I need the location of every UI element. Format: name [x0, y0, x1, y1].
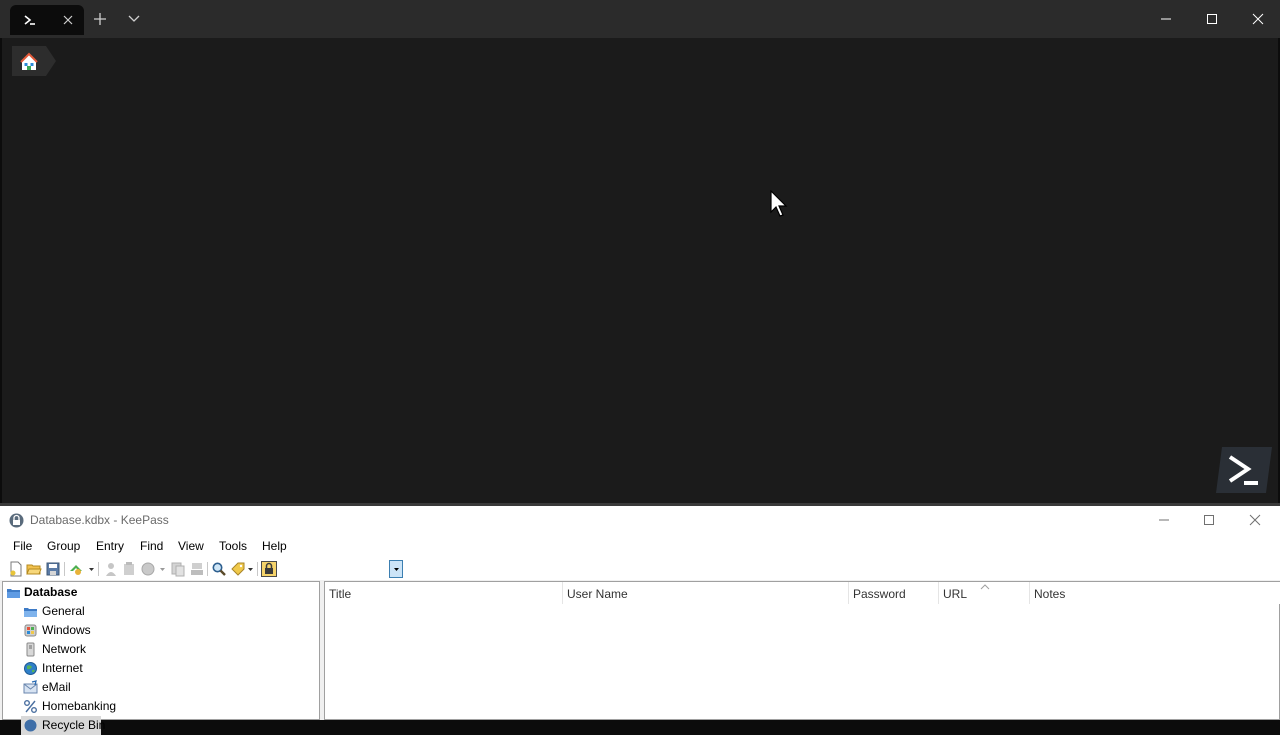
tree-item-email[interactable]: eMail	[3, 678, 303, 697]
menu-help[interactable]: Help	[262, 539, 287, 553]
toolbar-separator	[98, 562, 99, 576]
minimize-icon	[1161, 18, 1171, 20]
folder-icon	[24, 608, 37, 617]
keepass-maximize-button[interactable]	[1186, 506, 1232, 534]
menu-group[interactable]: Group	[47, 539, 80, 553]
tree-label: Recycle Bin	[42, 718, 106, 732]
network-icon	[26, 642, 35, 657]
terminal-tab[interactable]	[10, 5, 84, 35]
entry-list[interactable]: Title User Name Password URL Notes	[324, 581, 1280, 720]
terminal-close-button[interactable]	[1235, 0, 1280, 38]
open-url-dropdown-arrow[interactable]	[159, 561, 165, 577]
globe-icon	[24, 662, 37, 675]
terminal-maximize-button[interactable]	[1189, 0, 1235, 38]
new-database-icon[interactable]	[8, 561, 24, 577]
column-header-password[interactable]: Password	[849, 582, 939, 604]
tree-label: Windows	[42, 623, 91, 637]
powershell-prompt-icon	[1216, 447, 1272, 493]
tab-dropdown-button[interactable]	[123, 8, 145, 30]
tree-label: Database	[24, 585, 78, 599]
home-icon[interactable]	[12, 46, 56, 76]
plus-icon	[94, 13, 106, 25]
keepass-close-button[interactable]	[1232, 506, 1278, 534]
caret-down-icon	[247, 567, 253, 571]
find-icon[interactable]	[211, 561, 227, 577]
tree-label: General	[42, 604, 85, 618]
copy-username-icon[interactable]	[103, 561, 119, 577]
open-database-icon[interactable]	[26, 561, 42, 577]
column-header-title[interactable]: Title	[325, 582, 563, 604]
open-url-icon[interactable]	[140, 561, 156, 577]
terminal-window	[0, 0, 1280, 505]
sync-icon[interactable]	[68, 561, 84, 577]
percent-icon	[24, 700, 37, 713]
tree-item-recycle-bin[interactable]: Recycle Bin	[21, 716, 105, 735]
copy-entry-icon[interactable]	[189, 561, 205, 577]
sync-dropdown-arrow[interactable]	[88, 561, 94, 577]
keepass-menubar: File Group Entry Find View Tools Help	[0, 534, 1280, 558]
keepass-lock-icon	[9, 513, 24, 528]
close-tab-button[interactable]	[58, 10, 78, 30]
recycle-bin-icon	[24, 719, 37, 732]
quick-search-input[interactable]	[285, 560, 397, 578]
terminal-minimize-button[interactable]	[1143, 0, 1189, 38]
tree-item-internet[interactable]: Internet	[3, 659, 303, 678]
toolbar-separator	[257, 562, 258, 576]
column-header-notes[interactable]: Notes	[1030, 582, 1280, 604]
menu-find[interactable]: Find	[140, 539, 163, 553]
lock-workspace-icon[interactable]	[261, 561, 277, 577]
keepass-window: Database.kdbx - KeePass File Group Entry…	[0, 506, 1280, 735]
entry-list-header: Title User Name Password URL Notes	[325, 582, 1280, 604]
caret-down-icon	[88, 567, 94, 571]
new-tab-button[interactable]	[89, 8, 111, 30]
minimize-icon	[1159, 519, 1169, 521]
copy-password-icon[interactable]	[121, 561, 137, 577]
tree-item-network[interactable]: Network	[3, 640, 303, 659]
keepass-toolbar	[0, 558, 1280, 580]
tree-label: Network	[42, 642, 87, 656]
quick-search-dropdown-button[interactable]	[389, 560, 403, 578]
keepass-minimize-button[interactable]	[1141, 506, 1187, 534]
sort-ascending-icon	[980, 584, 990, 590]
toolbar-separator	[207, 562, 208, 576]
caret-down-icon	[393, 567, 399, 571]
tree-item-windows[interactable]: Windows	[3, 621, 303, 640]
close-icon	[63, 15, 73, 25]
menu-entry[interactable]: Entry	[96, 539, 124, 553]
save-icon[interactable]	[45, 561, 61, 577]
terminal-titlebar	[0, 0, 1280, 38]
powershell-icon	[22, 13, 38, 27]
database-folder-icon	[7, 589, 20, 598]
windows-icon	[24, 624, 37, 637]
menu-view[interactable]: View	[178, 539, 204, 553]
keepass-window-title: Database.kdbx - KeePass	[30, 513, 169, 527]
caret-down-icon	[159, 567, 165, 571]
maximize-icon	[1204, 515, 1214, 525]
close-icon	[1249, 514, 1261, 526]
group-tree[interactable]: Database General Windows Network Interne…	[2, 581, 320, 735]
tree-label: eMail	[42, 680, 71, 694]
keepass-titlebar: Database.kdbx - KeePass	[0, 506, 1280, 534]
menu-file[interactable]: File	[13, 539, 32, 553]
maximize-icon	[1207, 14, 1217, 24]
tree-label: Internet	[42, 661, 83, 675]
column-header-username[interactable]: User Name	[563, 582, 849, 604]
tag-dropdown-arrow[interactable]	[247, 561, 253, 577]
tree-item-homebanking[interactable]: Homebanking	[3, 697, 303, 716]
tree-item-database[interactable]: Database	[3, 583, 303, 602]
tree-item-general[interactable]: General	[3, 602, 303, 621]
close-icon	[1252, 13, 1264, 25]
tree-label: Homebanking	[42, 699, 117, 713]
chevron-down-icon	[128, 15, 140, 22]
menu-tools[interactable]: Tools	[219, 539, 247, 553]
mouse-cursor-icon	[770, 190, 788, 217]
toolbar-separator	[64, 562, 65, 576]
autotype-icon[interactable]	[170, 561, 186, 577]
email-icon	[23, 680, 38, 694]
tag-icon[interactable]	[230, 561, 246, 577]
terminal-content[interactable]	[2, 38, 1278, 503]
